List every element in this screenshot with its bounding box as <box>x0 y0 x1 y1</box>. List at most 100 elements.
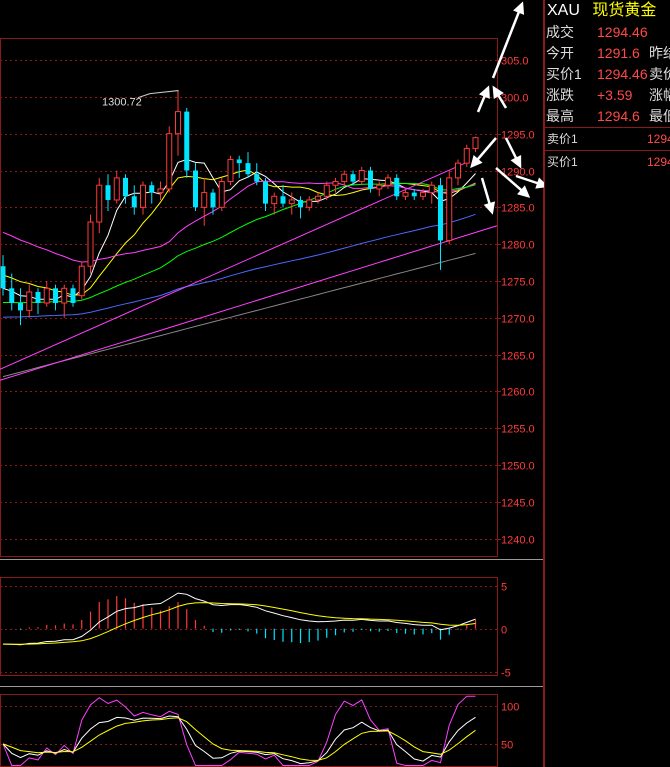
y-tick-label: 1275.0 <box>501 277 535 289</box>
candle-body <box>446 177 453 241</box>
annotation-arrow-head <box>483 201 496 215</box>
order-book-row[interactable]: 卖价1 1294 <box>545 128 670 150</box>
candle-body <box>140 184 146 208</box>
candle-body <box>271 195 278 205</box>
y-tick-label: 1240.0 <box>501 535 535 547</box>
candle-body <box>175 111 181 135</box>
candle-body <box>184 111 190 171</box>
y-tick-label: 1245.0 <box>501 498 535 510</box>
quote-symbol: XAU <box>547 2 580 19</box>
macd-tick-label: 0 <box>501 625 507 637</box>
order-book-row[interactable]: 买价1 1294 <box>545 151 670 173</box>
candle-body <box>402 192 409 197</box>
kdj-d-line <box>2 717 476 761</box>
candle-body <box>323 184 330 197</box>
candle-body <box>411 192 417 197</box>
candle-body <box>157 188 164 194</box>
panel-frame <box>0 694 498 767</box>
quote-label-secondary: 最低 <box>649 108 670 124</box>
candle-body <box>341 173 348 183</box>
candle-body <box>254 174 260 182</box>
candle-body <box>43 287 50 304</box>
y-tick-label: 300.0 <box>501 93 529 105</box>
candle-body <box>35 291 41 304</box>
quote-value: 1294.46 <box>597 24 648 40</box>
candle-body <box>315 195 321 201</box>
candle-body <box>53 288 58 304</box>
quote-row: 今开 1291.6 昨结 <box>545 43 670 64</box>
annotation-arrows <box>470 1 549 215</box>
quote-row: 涨跌 +3.59 涨幅 <box>545 85 670 106</box>
candle-body <box>455 162 461 179</box>
candle-body <box>193 170 198 208</box>
quote-label-secondary: 卖价 <box>649 66 670 82</box>
candle-body <box>131 196 137 208</box>
candle-body <box>438 185 443 241</box>
quote-label: 涨跌 <box>546 87 574 103</box>
y-tick-label: 1285.0 <box>501 203 535 215</box>
candle-body <box>113 177 120 201</box>
candle-body <box>280 196 286 204</box>
candle-body <box>428 184 435 194</box>
quote-label: 成交 <box>546 24 574 40</box>
candle-body <box>18 303 23 311</box>
high-annotation-leader <box>137 90 179 99</box>
y-tick-label: 1255.0 <box>501 424 535 436</box>
candle-body <box>236 159 242 164</box>
candle-body <box>210 192 216 208</box>
order-book-label: 买价1 <box>547 155 578 169</box>
candle-body <box>61 287 68 304</box>
quote-name: 现货黄金 <box>592 2 657 19</box>
annotation-arrow-head <box>510 154 522 169</box>
quote-value: 1294.6 <box>597 108 640 124</box>
y-tick-label: 1270.0 <box>501 314 535 326</box>
candle-body <box>123 177 128 197</box>
candle-body <box>149 185 155 193</box>
candle-body <box>227 158 234 183</box>
quote-label: 今开 <box>546 45 574 61</box>
order-book-label: 卖价1 <box>547 132 578 146</box>
quote-label-secondary: 昨结 <box>649 45 670 61</box>
candle-body <box>298 199 303 208</box>
candle-body <box>263 181 268 204</box>
high-annotation-label: 1300.72 <box>102 97 142 109</box>
quote-title: XAU 现货黄金 <box>545 0 670 22</box>
macd-tick-label: -5 <box>501 668 511 680</box>
candle-body <box>105 185 111 200</box>
candle-body <box>9 288 15 304</box>
candle-body <box>385 177 391 186</box>
ma5-line <box>2 158 476 300</box>
candle-body <box>201 192 208 208</box>
y-tick-label: 1260.0 <box>501 387 535 399</box>
candle-body <box>358 170 365 183</box>
order-book-value: 1294 <box>647 155 670 169</box>
quote-value: +3.59 <box>597 87 633 103</box>
candle-body <box>166 133 173 190</box>
candle-body <box>245 163 251 175</box>
macd-dif-line <box>2 592 476 646</box>
candle-body <box>87 221 94 267</box>
candle-body <box>218 181 225 208</box>
candle-body <box>376 184 383 190</box>
macd-tick-label: 5 <box>501 582 507 594</box>
quote-label: 最高 <box>546 108 574 124</box>
candle-body <box>0 266 6 289</box>
candle-body <box>472 137 479 149</box>
annotation-arrow-head <box>478 85 490 99</box>
quote-value: 1294.46 <box>597 66 648 82</box>
annotation-arrow-head <box>513 1 525 15</box>
y-tick-label: 1280.0 <box>501 240 535 252</box>
quote-value: 1291.6 <box>597 45 640 61</box>
candle-body <box>70 288 76 304</box>
candle-body <box>350 174 356 182</box>
quote-label: 买价1 <box>546 66 582 82</box>
candle-body <box>420 192 426 197</box>
y-tick-label: 1250.0 <box>501 461 535 473</box>
candle-body <box>332 181 339 186</box>
y-tick-label: 1265.0 <box>501 351 535 363</box>
ma30-line <box>3 182 476 304</box>
candle-body <box>306 199 313 208</box>
candle-body <box>26 291 33 311</box>
candle-body <box>463 147 470 164</box>
quote-row: 买价1 1294.46 卖价 <box>545 64 670 85</box>
